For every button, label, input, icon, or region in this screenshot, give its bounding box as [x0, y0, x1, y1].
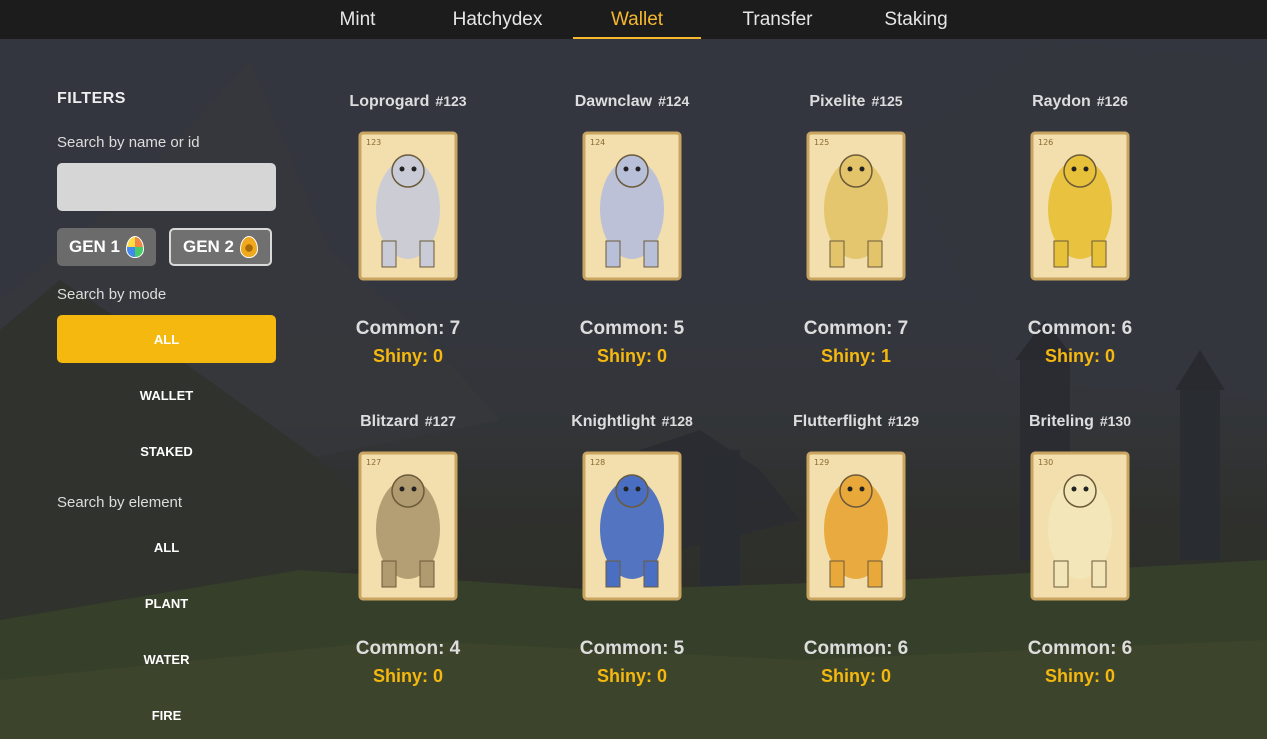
hatchie-card[interactable]: Dawnclaw #124 124 Common: 5 Shiny: 0	[532, 93, 732, 393]
mode-label: Search by mode	[57, 286, 167, 303]
hatchie-name-text: Knightlight	[571, 413, 656, 430]
common-count: Common: 6	[1027, 638, 1133, 659]
hatchie-card[interactable]: Loprogard #123 123 Common: 7 Shiny: 0	[308, 93, 508, 393]
shiny-count: Shiny: 0	[1044, 346, 1115, 366]
golden-egg-icon	[240, 236, 259, 258]
hatchie-card-art: 128	[582, 451, 682, 601]
common-count: Common: 6	[1027, 318, 1133, 339]
hatchie-name-text: Flutterflight	[792, 413, 882, 430]
hatchie-name-text: Raydon	[1032, 93, 1091, 110]
hatchie-id: #125	[871, 93, 903, 109]
tab-mint[interactable]: Mint	[325, 0, 390, 39]
tab-hatchydex[interactable]: Hatchydex	[445, 0, 550, 39]
hatchie-id: #129	[887, 413, 920, 429]
card-number: 123	[366, 138, 381, 147]
hatchie-card[interactable]: Raydon #126 126 Common: 6 Shiny: 0	[980, 93, 1180, 393]
common-count: Common: 5	[579, 638, 685, 659]
shiny-count: Shiny: 0	[596, 666, 667, 686]
hatchie-name: Flutterflight #129	[756, 413, 956, 431]
hatchie-name-text: Briteling	[1028, 413, 1094, 430]
mode-all-button[interactable]: ALL	[57, 315, 276, 363]
search-label: Search by name or id	[57, 134, 200, 151]
shiny-count: Shiny: 1	[820, 346, 891, 366]
hatchie-name: Raydon #126	[980, 93, 1180, 111]
element-fire-option[interactable]: FIRE	[57, 708, 276, 723]
element-label: Search by element	[57, 494, 183, 511]
shiny-count: Shiny: 0	[1044, 666, 1115, 686]
tab-transfer[interactable]: Transfer	[735, 0, 820, 39]
card-number: 124	[590, 138, 605, 147]
card-number: 128	[590, 458, 605, 467]
shiny-count: Shiny: 0	[820, 666, 891, 686]
hatchie-id: #126	[1096, 93, 1128, 109]
hatchie-name: Knightlight #128	[532, 413, 732, 431]
mode-wallet-option[interactable]: WALLET	[57, 388, 276, 403]
top-nav: Mint Hatchydex Wallet Transfer Staking	[0, 0, 1267, 39]
gen-1-button[interactable]: GEN 1	[57, 228, 156, 266]
rainbow-egg-icon	[126, 236, 145, 258]
gen-1-label: GEN 1	[68, 237, 121, 256]
card-number: 127	[366, 458, 381, 467]
hatchie-card-art: 127	[358, 451, 458, 601]
hatchie-card-art: 126	[1030, 131, 1130, 281]
hatchie-card[interactable]: Flutterflight #129 129 Common: 6 Shiny: 0	[756, 413, 956, 713]
hatchie-card-art: 124	[582, 131, 682, 281]
card-number: 129	[814, 458, 829, 467]
hatchie-name-text: Pixelite	[809, 93, 866, 110]
hatchie-name: Briteling #130	[980, 413, 1180, 431]
hatchie-name: Loprogard #123	[308, 93, 508, 111]
hatchie-id: #123	[435, 93, 467, 109]
filters-title: FILTERS	[57, 90, 126, 107]
hatchie-name: Blitzard #127	[308, 413, 508, 431]
hatchie-id: #130	[1099, 413, 1132, 429]
element-all-option[interactable]: ALL	[57, 540, 276, 555]
hatchie-card[interactable]: Briteling #130 130 Common: 6 Shiny: 0	[980, 413, 1180, 713]
element-water-option[interactable]: WATER	[57, 652, 276, 667]
shiny-count: Shiny: 0	[372, 346, 443, 366]
element-plant-option[interactable]: PLANT	[57, 596, 276, 611]
hatchie-card-art: 130	[1030, 451, 1130, 601]
search-input[interactable]	[57, 163, 276, 211]
common-count: Common: 6	[803, 638, 909, 659]
hatchie-name-text: Dawnclaw	[574, 93, 653, 110]
tab-wallet[interactable]: Wallet	[573, 0, 701, 39]
common-count: Common: 5	[579, 318, 685, 339]
hatchie-card[interactable]: Blitzard #127 127 Common: 4 Shiny: 0	[308, 413, 508, 713]
common-count: Common: 7	[355, 318, 461, 339]
mode-staked-option[interactable]: STAKED	[57, 444, 276, 459]
gen-2-button[interactable]: GEN 2	[169, 228, 272, 266]
shiny-count: Shiny: 0	[372, 666, 443, 686]
hatchie-id: #127	[424, 413, 456, 429]
hatchie-card-art: 125	[806, 131, 906, 281]
card-number: 126	[1038, 138, 1053, 147]
hatchie-card-art: 123	[358, 131, 458, 281]
card-number: 125	[814, 138, 829, 147]
hatchie-name-text: Loprogard	[349, 93, 430, 110]
hatchie-id: #128	[661, 413, 693, 429]
card-number: 130	[1038, 458, 1053, 467]
hatchie-name: Pixelite #125	[756, 93, 956, 111]
tab-staking[interactable]: Staking	[875, 0, 957, 39]
common-count: Common: 4	[355, 638, 461, 659]
hatchie-card-art: 129	[806, 451, 906, 601]
hatchie-card[interactable]: Pixelite #125 125 Common: 7 Shiny: 1	[756, 93, 956, 393]
gen-2-label: GEN 2	[182, 237, 235, 256]
shiny-count: Shiny: 0	[596, 346, 667, 366]
hatchie-name: Dawnclaw #124	[532, 93, 732, 111]
hatchie-id: #124	[658, 93, 690, 109]
hatchie-card[interactable]: Knightlight #128 128 Common: 5 Shiny: 0	[532, 413, 732, 713]
common-count: Common: 7	[803, 318, 909, 339]
hatchie-name-text: Blitzard	[360, 413, 419, 430]
